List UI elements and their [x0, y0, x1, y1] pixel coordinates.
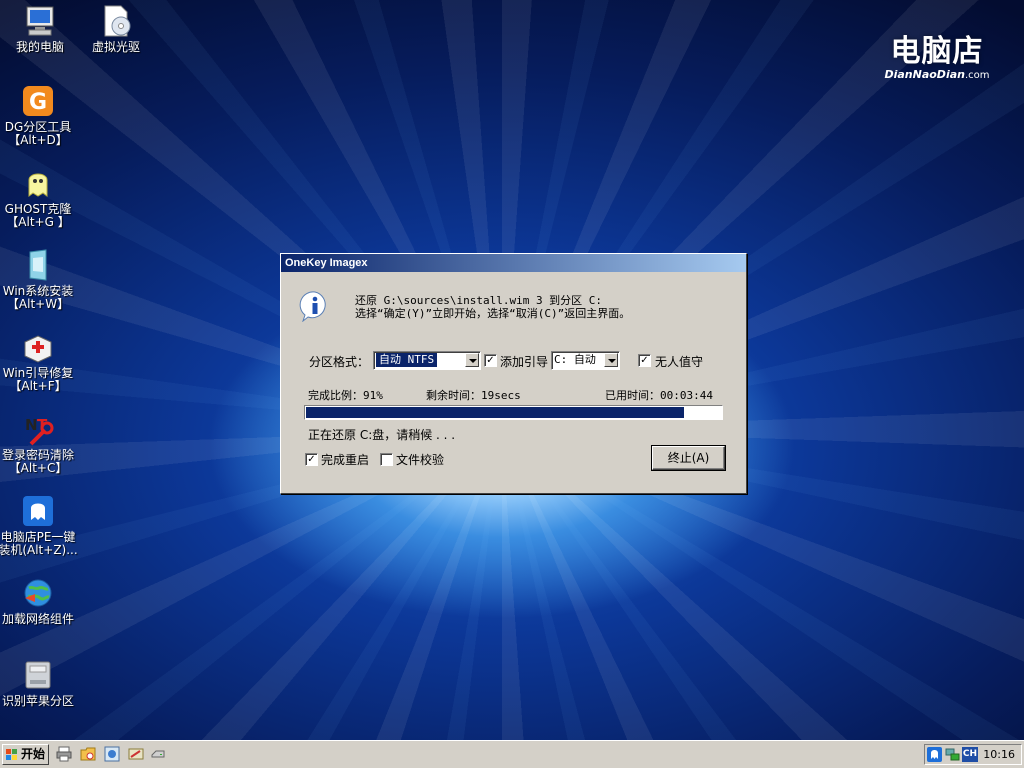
progress-bar — [304, 405, 723, 420]
dg-partition-icon: G — [23, 86, 53, 116]
chevron-down-icon[interactable] — [465, 353, 479, 367]
virtual-drive-icon — [104, 5, 131, 37]
image-icon[interactable] — [104, 746, 120, 762]
desktop-icon-label: 登录密码清除 【Alt+C】 — [1, 448, 74, 475]
svg-text:N: N — [25, 416, 38, 434]
desktop-icon-virtual-drive[interactable]: 虚拟光驱 — [76, 4, 156, 54]
add-boot-checkbox[interactable]: ✓ — [484, 354, 497, 367]
start-button[interactable]: 开始 — [2, 744, 49, 765]
svg-text:G: G — [29, 90, 47, 115]
clock[interactable]: 10:16 — [983, 748, 1015, 761]
message-line-1: 还原 G:\sources\install.wim 3 到分区 C: — [355, 294, 603, 307]
progress-percent-text: 完成比例：91% — [308, 389, 383, 402]
restart-label: 完成重启 — [321, 453, 370, 467]
pe-installer-icon — [23, 496, 53, 526]
apple-partition-icon — [25, 661, 51, 689]
desktop-icon-pe-installer[interactable]: 电脑店PE一键 装机(Alt+Z)... — [0, 494, 78, 557]
brand-site: DianNaoDian.com — [872, 68, 1002, 81]
format-select[interactable]: 自动 NTFS — [373, 351, 481, 370]
desktop-icon-label: 虚拟光驱 — [91, 40, 140, 54]
desktop-icon-ghost[interactable]: GHOST克隆 【Alt+G 】 — [0, 166, 78, 229]
boot-drive-value: C: 自动 — [554, 353, 596, 366]
desktop-icon-network[interactable]: 加载网络组件 — [0, 576, 78, 626]
desktop-icon-win-install[interactable]: Win系统安装 【Alt+W】 — [0, 248, 78, 311]
verify-label: 文件校验 — [396, 453, 445, 467]
dialog-title[interactable]: OneKey Imagex — [281, 254, 746, 272]
status-text: 正在还原 C:盘，请稍候 . . . — [308, 428, 456, 442]
brand-name: 电脑店 — [890, 34, 984, 69]
abort-button[interactable]: 终止(A) — [652, 446, 725, 470]
network-icon — [24, 579, 52, 607]
desktop-icon-label: 我的电脑 — [15, 40, 64, 54]
brand-logo: 电脑店 DianNaoDian.com — [872, 26, 1002, 81]
elapsed-time-text: 已用时间：00:03:44 — [605, 389, 713, 402]
ghost-icon — [28, 173, 48, 197]
password-clear-icon: N T — [25, 416, 54, 446]
desktop-icon-label: Win系统安装 【Alt+W】 — [2, 284, 74, 311]
desktop-icon-dg-partition[interactable]: G DG分区工具 【Alt+D】 — [0, 84, 78, 147]
boot-drive-select[interactable]: C: 自动 — [551, 351, 620, 370]
chevron-down-icon[interactable] — [604, 353, 618, 367]
start-label: 开始 — [21, 747, 46, 761]
restart-checkbox[interactable]: ✓ — [305, 453, 318, 466]
printer-icon[interactable] — [56, 746, 72, 762]
onekey-imagex-dialog: OneKey Imagex 还原 G:\sources\install.wim … — [280, 253, 747, 494]
message-line-2: 选择“确定(Y)”立即开始，选择“取消(C)”返回主界面。 — [355, 307, 631, 320]
tray-network-icon[interactable] — [945, 747, 960, 762]
folder-icon[interactable] — [80, 746, 96, 762]
tool-icon[interactable] — [128, 746, 144, 762]
desktop-icon-my-computer[interactable]: 我的电脑 — [0, 4, 80, 54]
brand-site-name: DianNaoDian — [884, 68, 965, 81]
dialog-message: 还原 G:\sources\install.wim 3 到分区 C: 选择“确定(… — [355, 294, 630, 320]
win-install-icon — [29, 249, 47, 281]
desktop-icon-label: DG分区工具 【Alt+D】 — [4, 120, 72, 147]
format-select-value: 自动 NTFS — [376, 353, 438, 367]
verify-checkbox[interactable] — [380, 453, 393, 466]
format-label: 分区格式： — [309, 355, 370, 369]
desktop-icon-apple-partition[interactable]: 识别苹果分区 — [0, 658, 78, 708]
desktop-icon-password-clear[interactable]: N T 登录密码清除 【Alt+C】 — [0, 412, 78, 475]
unattended-checkbox[interactable]: ✓ — [638, 354, 651, 367]
info-icon — [299, 291, 326, 322]
remaining-time-text: 剩余时间：19secs — [426, 389, 521, 402]
desktop-icon-boot-repair[interactable]: Win引导修复 【Alt+F】 — [0, 330, 78, 393]
windows-flag-icon — [6, 749, 17, 760]
my-computer-icon — [26, 6, 54, 36]
desktop-icon-label: Win引导修复 【Alt+F】 — [2, 366, 74, 393]
taskbar: 开始 CH 10:16 — [0, 740, 1024, 768]
boot-repair-icon — [24, 335, 52, 363]
desktop-icon-label: 识别苹果分区 — [1, 694, 74, 708]
unattended-label: 无人值守 — [655, 355, 704, 369]
add-boot-label: 添加引导 — [500, 355, 549, 369]
ime-indicator[interactable]: CH — [962, 747, 978, 762]
tray-app-icon[interactable] — [927, 747, 942, 762]
progress-fill — [306, 407, 684, 418]
system-tray: CH 10:16 — [924, 744, 1022, 765]
desktop-icon-label: 加载网络组件 — [1, 612, 74, 626]
desktop-icon-label: 电脑店PE一键 装机(Alt+Z)... — [0, 530, 78, 557]
drive-icon[interactable] — [150, 746, 166, 762]
brand-site-suffix: .com — [964, 70, 990, 81]
desktop-icon-label: GHOST克隆 【Alt+G 】 — [4, 202, 72, 229]
